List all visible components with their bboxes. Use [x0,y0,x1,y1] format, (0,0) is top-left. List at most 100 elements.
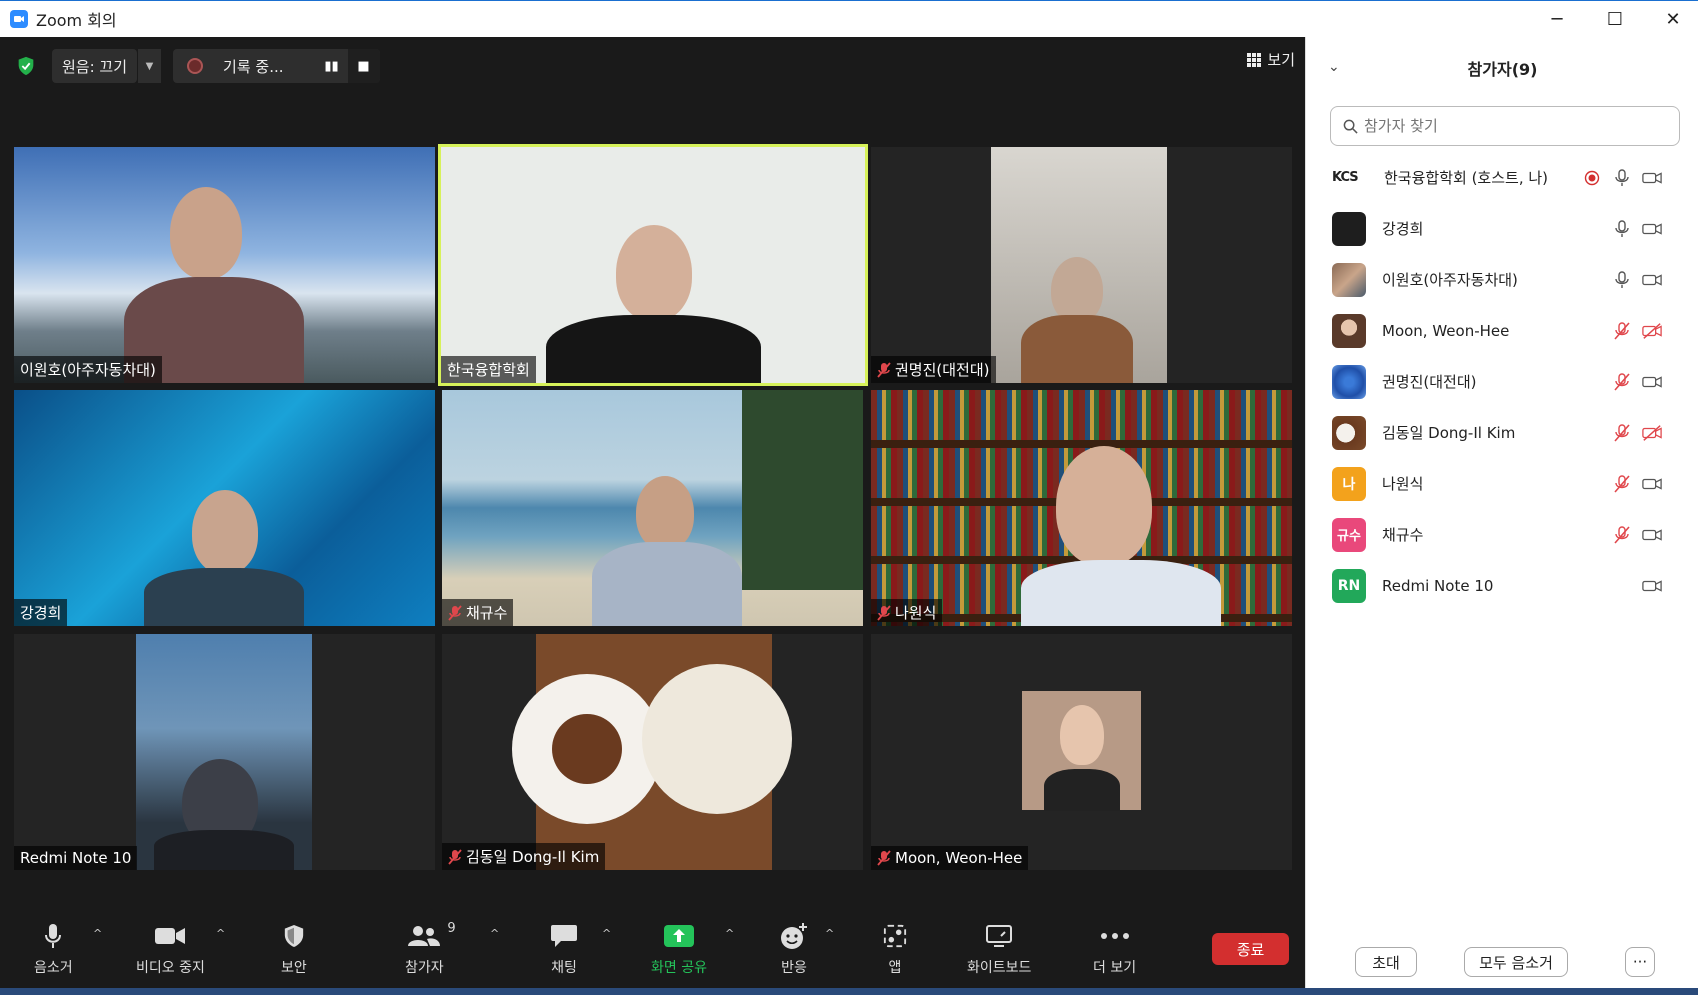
participants-panel: ⌄ 참가자(9) KCS 한국융합학회 (호스트, 나) 강경희 이원호(아주자… [1305,37,1698,995]
original-sound-toggle[interactable]: 원음: 끄기 [52,49,138,83]
chat-options-caret-icon[interactable]: ^ [602,927,611,940]
end-meeting-button[interactable]: 종료 [1212,933,1289,965]
participant-search-input[interactable] [1364,117,1664,135]
video-tile[interactable]: 나원식 [871,390,1292,626]
video-on-icon[interactable] [1642,372,1662,392]
participant-row[interactable]: 규수 채규수 [1306,509,1698,560]
video-on-icon[interactable] [1642,168,1662,188]
chat-bubble-icon [551,925,577,947]
close-button[interactable]: ✕ [1644,1,1698,38]
participant-video-person [170,187,242,279]
participant-row[interactable]: KCS 한국융합학회 (호스트, 나) [1306,152,1698,203]
mic-muted-icon[interactable] [1612,321,1632,341]
participant-search[interactable] [1330,106,1680,146]
mic-muted-icon[interactable] [1612,525,1632,545]
participant-video-person [1056,446,1152,566]
stop-video-button[interactable]: 비디오 중지 [136,921,205,977]
share-screen-label: 화면 공유 [651,960,707,976]
share-screen-icon [663,925,694,947]
coffee-latte-art [552,714,622,784]
video-tile[interactable]: Redmi Note 10 [14,634,435,870]
video-tile[interactable]: 채규수 [442,390,863,626]
more-label: 더 보기 [1093,960,1137,976]
reactions-options-caret-icon[interactable]: ^ [825,927,834,940]
stop-video-label: 비디오 중지 [136,960,205,976]
mic-muted-icon[interactable] [1612,423,1632,443]
participant-avatar [1332,211,1366,246]
reactions-button[interactable]: 반응 [780,921,808,977]
minimize-button[interactable]: ─ [1528,1,1586,38]
video-tile[interactable]: Moon, Weon-Hee [871,634,1292,870]
participant-row[interactable]: 이원호(아주자동차대) [1306,254,1698,305]
participant-row[interactable]: Moon, Weon-Hee [1306,305,1698,356]
participants-options-caret-icon[interactable]: ^ [490,927,499,940]
invite-button[interactable]: 초대 [1355,947,1417,977]
security-button[interactable]: 보안 [281,921,307,977]
participant-avatar [1332,364,1366,399]
tile-name-label: 한국융합학회 [441,356,536,383]
participants-panel-footer: 초대 모두 음소거 ··· [1306,947,1698,977]
tile-name-label: 권명진(대전대) [871,356,996,383]
participant-row[interactable]: 강경희 [1306,203,1698,254]
participant-name: 나원식 [1382,475,1424,493]
audio-options-caret-icon[interactable]: ^ [93,927,102,940]
panel-more-button[interactable]: ··· [1625,947,1655,977]
mute-all-button[interactable]: 모두 음소거 [1464,947,1568,977]
video-tile-active-speaker[interactable]: 한국융합학회 [438,144,868,386]
mic-on-icon[interactable] [1612,270,1632,290]
participant-video-trees [742,390,863,590]
video-off-icon[interactable] [1642,423,1662,443]
participant-name: 한국융합학회 (호스트, 나) [1384,169,1549,187]
video-off-icon[interactable] [1642,321,1662,341]
mic-on-icon[interactable] [1612,168,1632,188]
participant-video-person [192,490,258,574]
whiteboard-button[interactable]: 화이트보드 [967,921,1031,977]
view-button[interactable]: 보기 [1247,49,1295,70]
whiteboard-icon [986,925,1013,947]
participant-row[interactable]: 김동일 Dong-Il Kim [1306,407,1698,458]
video-camera-icon [155,928,186,944]
video-tile[interactable]: 이원호(아주자동차대) [14,147,435,383]
share-options-caret-icon[interactable]: ^ [725,927,734,940]
participant-name: 권명진(대전대) [1382,373,1477,391]
stop-recording-button[interactable]: ■ [347,49,380,83]
video-on-icon[interactable] [1642,474,1662,494]
original-sound-dropdown-icon[interactable]: ▼ [137,49,162,83]
chat-button[interactable]: 채팅 [550,921,578,977]
participant-row[interactable]: 권명진(대전대) [1306,356,1698,407]
video-tile[interactable]: 김동일 Dong-Il Kim [442,634,863,870]
participant-video-body [144,568,304,626]
encryption-shield-icon[interactable] [14,54,38,78]
mute-button[interactable]: 음소거 [34,921,73,977]
share-screen-button[interactable]: 화면 공유 [651,921,707,977]
video-on-icon[interactable] [1642,270,1662,290]
video-tile[interactable]: 강경희 [14,390,435,626]
recording-label: 기록 중... [223,57,284,76]
meeting-topbar: 원음: 끄기 ▼ 기록 중... ▮▮ ■ [14,49,380,83]
video-on-icon[interactable] [1642,219,1662,239]
mic-muted-icon[interactable] [1612,474,1632,494]
participant-name: 이원호(아주자동차대) [1382,271,1518,289]
mic-on-icon[interactable] [1612,219,1632,239]
participants-button[interactable]: 9 참가자 [405,921,456,977]
mic-muted-icon[interactable] [1612,372,1632,392]
video-tile[interactable]: 권명진(대전대) [871,147,1292,383]
video-options-caret-icon[interactable]: ^ [216,927,225,940]
video-on-icon[interactable] [1642,525,1662,545]
pause-recording-button[interactable]: ▮▮ [316,49,348,83]
video-on-icon[interactable] [1642,576,1662,596]
participant-video-person [636,476,694,550]
grid-view-icon [1247,52,1262,67]
tile-name-label: Redmi Note 10 [14,846,138,870]
participant-video-body [546,315,761,383]
participant-row[interactable]: RN Redmi Note 10 [1306,560,1698,611]
tile-name-label: 이원호(아주자동차대) [14,356,162,383]
mic-muted-icon [448,604,462,621]
participant-row[interactable]: 나 나원식 [1306,458,1698,509]
zoom-app-icon [10,10,28,28]
participant-avatar: 나 [1332,466,1366,501]
more-button[interactable]: 더 보기 [1093,921,1136,977]
maximize-button[interactable]: ☐ [1586,1,1644,38]
mute-label: 음소거 [34,960,73,976]
apps-button[interactable]: 앱 [883,921,907,977]
